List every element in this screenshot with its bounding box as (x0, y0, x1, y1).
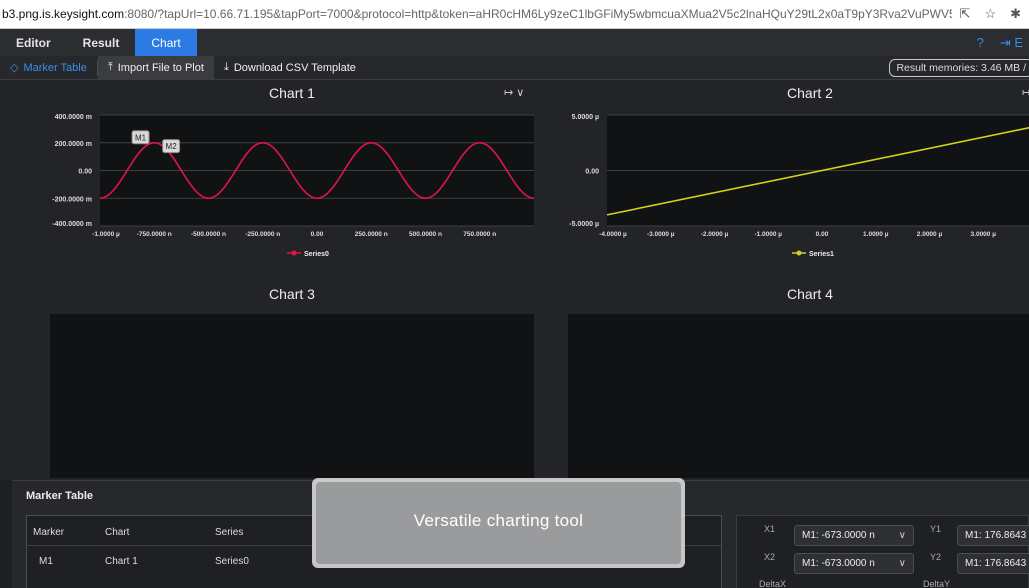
chart1-plot[interactable]: 400.0000 m 200.0000 m 0.00 -200.0000 m -400.… (0, 106, 540, 266)
marker-table-label: Marker Table (23, 61, 87, 74)
x-tick-label: 3.0000 µ (971, 231, 997, 238)
deltay-label: DeltaY (923, 579, 951, 588)
x-tick-label: -4.0000 µ (599, 231, 627, 238)
column-header-marker[interactable]: Marker (33, 527, 64, 538)
upload-icon: ⤒ (107, 61, 113, 73)
chart-toolbar: ◇ Marker Table ⤒ Import File to Plot ⤓ D… (0, 55, 1029, 80)
diamond-icon: ◇ (10, 62, 19, 74)
x2-select[interactable]: M1: -673.0000 n ∨ (794, 553, 914, 574)
chart4-plot[interactable] (568, 314, 1029, 478)
url-text[interactable]: b3.png.is.keysight.com:8080/?tapUrl=10.6… (0, 7, 952, 21)
result-memory-badge: Result memories: 3.46 MB / (889, 59, 1029, 77)
deltax-label: DeltaX (759, 579, 787, 588)
y-tick-label: -400.0000 m (52, 221, 92, 228)
chart2-plot[interactable]: 5.0000 µ 0.00 -5.0000 µ-4.0000 µ -3.0000 µ -… (540, 106, 1029, 266)
app-navbar: Editor Result Chart ? ⇥ E (0, 29, 1029, 56)
x-tick-label: 1.0000 µ (863, 231, 889, 238)
x-tick-label: 500.0000 n (409, 231, 442, 238)
y1-select[interactable]: M1: 176.8643 m (957, 525, 1029, 546)
tab-chart[interactable]: Chart (135, 29, 197, 56)
column-header-chart[interactable]: Chart (105, 527, 129, 538)
x1-value: M1: -673.0000 n (802, 530, 875, 541)
share-icon[interactable]: ⇱ (960, 6, 971, 22)
x-tick-label: 0.00 (816, 231, 829, 238)
y-tick-label: 5.0000 µ (572, 114, 599, 121)
import-file-label: Import File to Plot (117, 61, 204, 74)
legend-label: Series1 (809, 251, 834, 258)
y-tick-label: -5.0000 µ (569, 221, 599, 228)
cell-chart: Chart 1 (105, 555, 138, 567)
marker-label: M1 (135, 133, 147, 142)
x-tick-label: -1.0000 µ (754, 231, 782, 238)
y2-select[interactable]: M1: 176.8643 m (957, 553, 1029, 574)
chevron-down-icon: ∨ (898, 558, 906, 569)
y1-label: Y1 (930, 524, 942, 534)
url-path: :8080/?tapUrl=10.66.71.195&tapPort=7000&… (124, 7, 952, 21)
x1-label: X1 (764, 524, 776, 534)
logout-icon[interactable]: ⇥ E (1000, 35, 1023, 51)
x-tick-label: -750.0000 n (137, 231, 172, 238)
chevron-down-icon: ∨ (516, 87, 525, 99)
download-csv-button[interactable]: ⤓ Download CSV Template (214, 56, 366, 80)
marker-table-button[interactable]: ◇ Marker Table (0, 56, 97, 80)
cell-marker: M1 (39, 555, 53, 567)
x-tick-label: -3.0000 µ (647, 231, 675, 238)
y-tick-label: 400.0000 m (55, 114, 92, 121)
download-icon: ⤓ (223, 61, 229, 73)
x2-value: M1: -673.0000 n (802, 558, 875, 569)
chart4-title: Chart 4 (787, 286, 833, 302)
export-icon: ↦ (1022, 87, 1029, 99)
x-tick-label: -1.0000 µ (92, 231, 120, 238)
legend-marker (291, 250, 297, 256)
y-tick-label: 200.0000 m (55, 141, 92, 148)
chart2-title: Chart 2 (787, 85, 833, 101)
chart1-export-menu[interactable]: ↦ ∨ (504, 86, 524, 99)
y2-label: Y2 (930, 552, 942, 562)
export-icon: ↦ (504, 87, 514, 99)
y2-value: M1: 176.8643 m (965, 558, 1029, 569)
chart1-title: Chart 1 (269, 85, 315, 101)
app-window: b3.png.is.keysight.com:8080/?tapUrl=10.6… (0, 0, 1029, 588)
chart3-title: Chart 3 (269, 286, 315, 302)
cell-series: Series0 (215, 555, 249, 567)
marker-label: M2 (166, 142, 178, 151)
y-tick-label: 0.00 (78, 169, 92, 176)
x-tick-label: 750.0000 n (463, 231, 496, 238)
x-tick-label: 0.00 (311, 231, 324, 238)
download-csv-label: Download CSV Template (233, 61, 356, 74)
column-header-series[interactable]: Series (215, 527, 243, 538)
extensions-icon[interactable]: ✱ (1010, 6, 1021, 22)
bookmark-star-icon[interactable]: ☆ (984, 6, 996, 22)
x-tick-label: -2.0000 µ (701, 231, 729, 238)
x-tick-label: -500.0000 n (191, 231, 226, 238)
y-tick-label: -200.0000 m (52, 196, 92, 203)
caption-overlay: Versatile charting tool (312, 478, 685, 568)
browser-address-bar[interactable]: b3.png.is.keysight.com:8080/?tapUrl=10.6… (0, 0, 1029, 29)
charts-area: Chart 1 ↦ ∨ 400.0000 m 200.0000 m 0.00 -200… (0, 80, 1029, 480)
marker-panel-title: Marker Table (26, 490, 94, 502)
url-host: b3.png.is.keysight.com (2, 7, 125, 21)
import-file-button[interactable]: ⤒ Import File to Plot (97, 55, 214, 80)
y1-value: M1: 176.8643 m (965, 530, 1029, 541)
delta-measurement-panel: X1 M1: -673.0000 n ∨ Y1 M1: 176.8643 m X… (736, 515, 1029, 588)
legend-label: Series0 (304, 251, 329, 258)
x-tick-label: 2.0000 µ (917, 231, 943, 238)
x1-select[interactable]: M1: -673.0000 n ∨ (794, 525, 914, 546)
y-tick-label: 0.00 (585, 169, 599, 176)
tab-editor[interactable]: Editor (0, 29, 67, 56)
x-tick-label: -250.0000 n (245, 231, 280, 238)
chevron-down-icon: ∨ (898, 530, 906, 541)
tab-result[interactable]: Result (67, 29, 136, 56)
chart3-plot[interactable] (50, 314, 534, 478)
x2-label: X2 (764, 552, 776, 562)
chart2-export-menu[interactable]: ↦ (1022, 86, 1029, 99)
x-tick-label: 250.0000 n (355, 231, 388, 238)
legend-marker (796, 250, 802, 256)
caption-text: Versatile charting tool (316, 482, 681, 564)
help-icon[interactable]: ? (977, 35, 984, 50)
